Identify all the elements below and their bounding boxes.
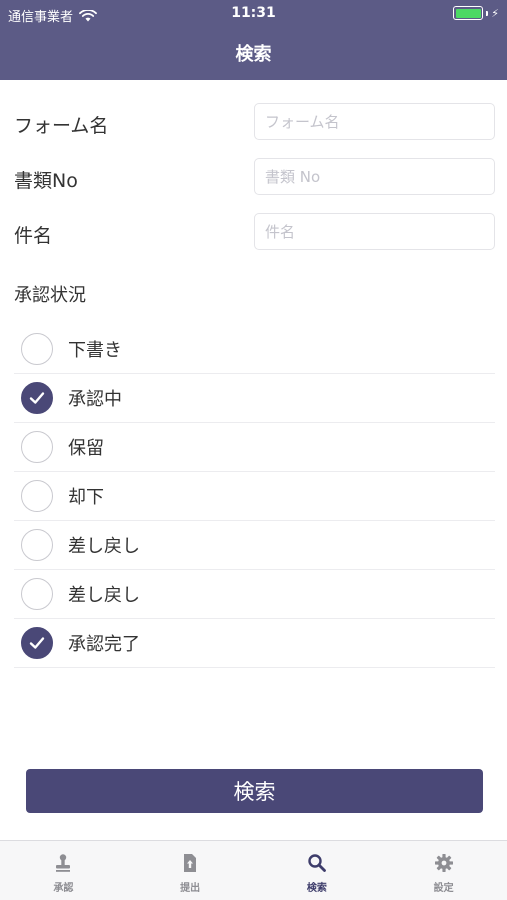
- doc-no-row: 書類No: [0, 158, 507, 198]
- upload-document-icon: [184, 854, 197, 872]
- subject-label: 件名: [14, 225, 53, 247]
- search-button[interactable]: 検索: [26, 769, 483, 813]
- status-option-label: 差し戻し: [68, 536, 140, 557]
- tab-submit[interactable]: 提出: [127, 841, 254, 900]
- status-option-label: 却下: [68, 487, 104, 508]
- unchecked-circle-icon[interactable]: [21, 529, 53, 561]
- status-option-label: 承認完了: [68, 634, 140, 655]
- status-option-label: 下書き: [68, 340, 122, 361]
- form-name-label: フォーム名: [14, 115, 109, 137]
- status-option-returned-1[interactable]: 差し戻し: [14, 521, 495, 570]
- unchecked-circle-icon[interactable]: [21, 333, 53, 365]
- unchecked-circle-icon[interactable]: [21, 480, 53, 512]
- subject-row: 件名: [0, 213, 507, 253]
- status-option-on-hold[interactable]: 保留: [14, 423, 495, 472]
- form-name-row: フォーム名: [0, 103, 507, 143]
- status-option-label: 保留: [68, 438, 104, 459]
- stamp-icon: [56, 854, 71, 872]
- tab-label: 承認: [53, 883, 74, 894]
- tab-label: 設定: [433, 883, 454, 894]
- tab-bar: 承認 提出 検索 設定: [0, 840, 507, 900]
- status-time: 11:31: [231, 5, 276, 21]
- doc-no-label: 書類No: [14, 170, 78, 192]
- status-option-returned-2[interactable]: 差し戻し: [14, 570, 495, 619]
- tab-search[interactable]: 検索: [254, 841, 381, 900]
- form-name-input[interactable]: [254, 103, 495, 140]
- battery-indicator: ⚡: [453, 6, 499, 20]
- tab-label: 提出: [180, 883, 201, 894]
- charging-bolt-icon: ⚡: [491, 6, 499, 20]
- gear-icon: [434, 854, 453, 872]
- checkmark-circle-icon[interactable]: [21, 382, 53, 414]
- status-option-in-approval[interactable]: 承認中: [14, 374, 495, 423]
- tab-label: 検索: [306, 883, 327, 894]
- status-option-label: 承認中: [68, 389, 122, 410]
- status-option-draft[interactable]: 下書き: [14, 325, 495, 374]
- doc-no-input[interactable]: [254, 158, 495, 195]
- status-option-rejected[interactable]: 却下: [14, 472, 495, 521]
- status-option-label: 差し戻し: [68, 585, 140, 606]
- tab-settings[interactable]: 設定: [380, 841, 507, 900]
- tab-approval[interactable]: 承認: [0, 841, 127, 900]
- page-title: 検索: [235, 44, 272, 65]
- checkmark-circle-icon[interactable]: [21, 627, 53, 659]
- navigation-header: 通信事業者 11:31 ⚡ 検索: [0, 0, 507, 80]
- unchecked-circle-icon[interactable]: [21, 431, 53, 463]
- subject-input[interactable]: [254, 213, 495, 250]
- status-bar: 通信事業者 11:31 ⚡: [0, 0, 507, 28]
- battery-icon: [453, 6, 484, 20]
- unchecked-circle-icon[interactable]: [21, 578, 53, 610]
- status-option-approved[interactable]: 承認完了: [14, 619, 495, 668]
- approval-status-list: 下書き 承認中 保留 却下 差し戻し 差し戻し 承認完了: [14, 325, 495, 668]
- search-icon: [308, 854, 326, 872]
- approval-status-label: 承認状況: [14, 285, 86, 306]
